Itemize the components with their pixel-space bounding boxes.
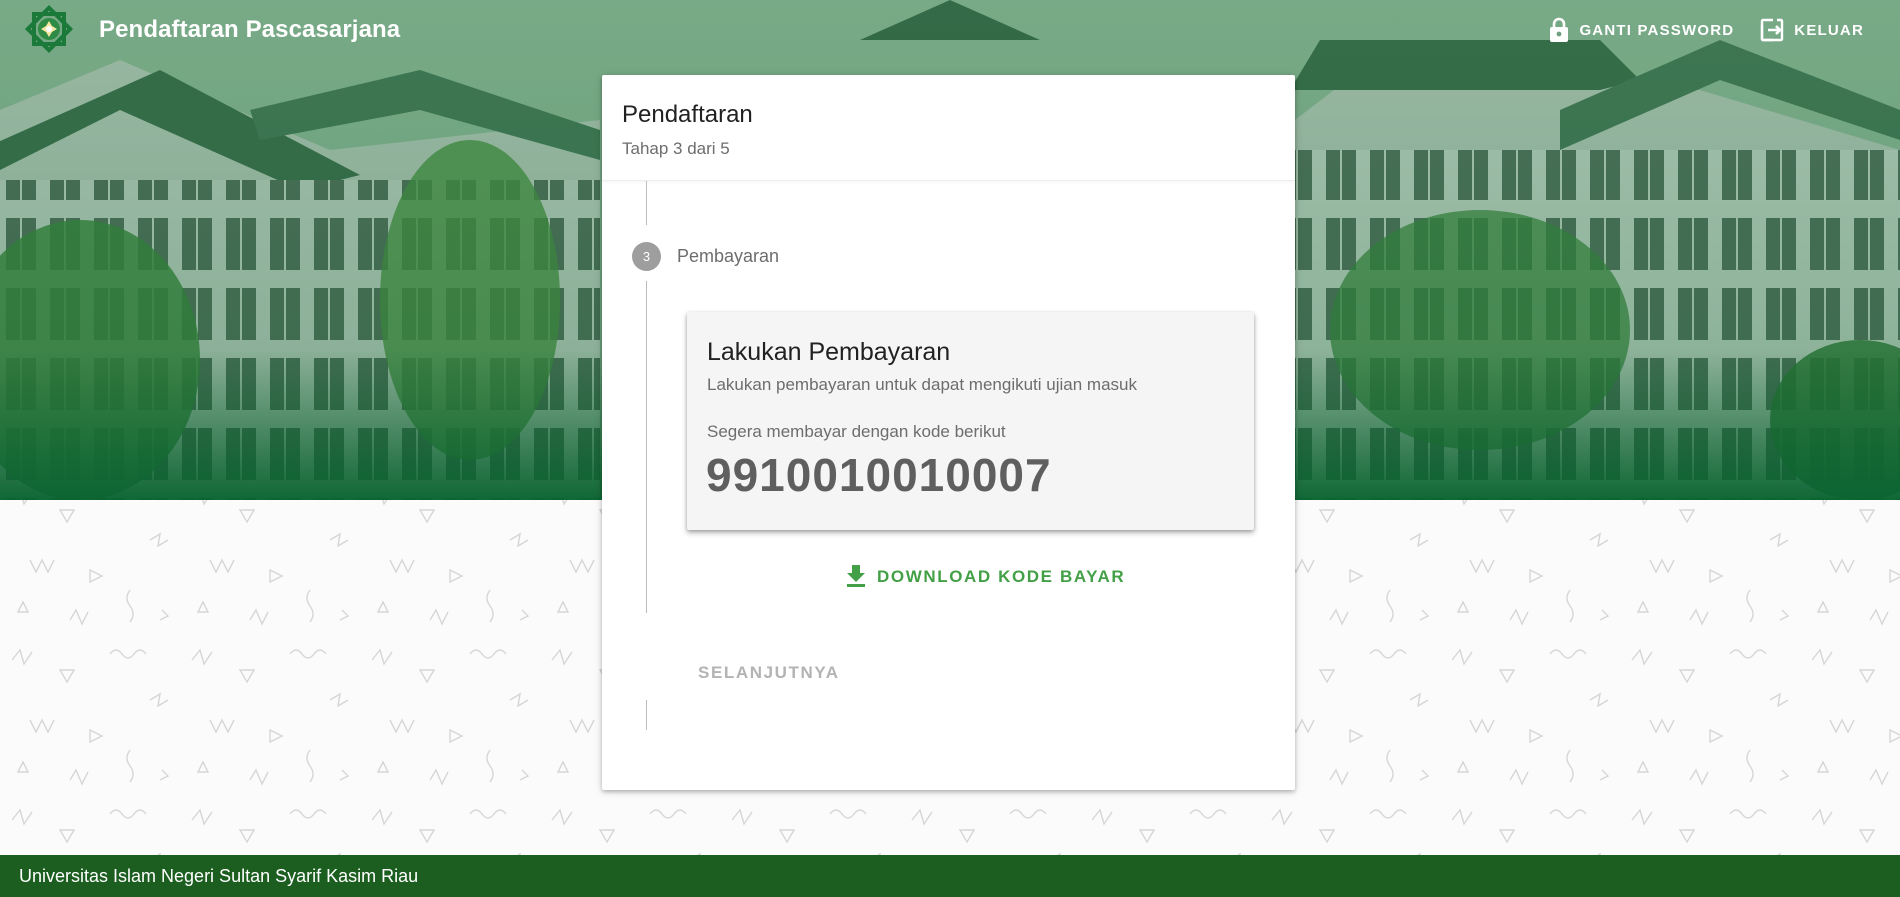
stepper-connector [646,281,647,613]
logout-button[interactable]: KELUAR [1760,18,1864,42]
download-icon [845,563,867,592]
next-button[interactable]: SELANJUTNYA [698,663,840,683]
change-password-label: GANTI PASSWORD [1579,21,1735,39]
step-number-badge: 3 [632,242,661,271]
uin-suska-logo[interactable] [20,2,78,58]
payment-description: Lakukan pembayaran untuk dapat mengikuti… [707,375,1137,394]
download-payment-code-button[interactable]: DOWNLOAD KODE BAYAR [845,559,1125,595]
payment-panel: Lakukan Pembayaran Lakukan pembayaran un… [687,312,1254,530]
lock-icon [1549,17,1569,43]
registration-card: Pendaftaran Tahap 3 dari 5 3 Pembayaran … [602,75,1295,790]
logout-icon [1760,18,1784,42]
payment-title: Lakukan Pembayaran [707,338,951,366]
top-actions: GANTI PASSWORD KELUAR [1549,14,1864,46]
step-label[interactable]: Pembayaran [677,246,779,267]
download-label: DOWNLOAD KODE BAYAR [877,567,1126,586]
change-password-button[interactable]: GANTI PASSWORD [1549,17,1734,43]
stepper-connector [646,181,647,225]
footer: Universitas Islam Negeri Sultan Syarif K… [0,855,1900,897]
card-header: Pendaftaran Tahap 3 dari 5 [602,75,1295,181]
app-title: Pendaftaran Pascasarjana [99,16,401,43]
logout-label: KELUAR [1794,21,1864,39]
card-title: Pendaftaran [622,101,753,128]
footer-university-name: Universitas Islam Negeri Sultan Syarif K… [19,866,419,886]
payment-code: 9910010010007 [706,449,1052,501]
payment-hint: Segera membayar dengan kode berikut [707,422,1006,441]
stepper-connector [646,700,647,730]
top-app-bar: Pendaftaran Pascasarjana GANTI PASSWORD [0,0,1900,60]
step-progress-text: Tahap 3 dari 5 [622,139,730,158]
